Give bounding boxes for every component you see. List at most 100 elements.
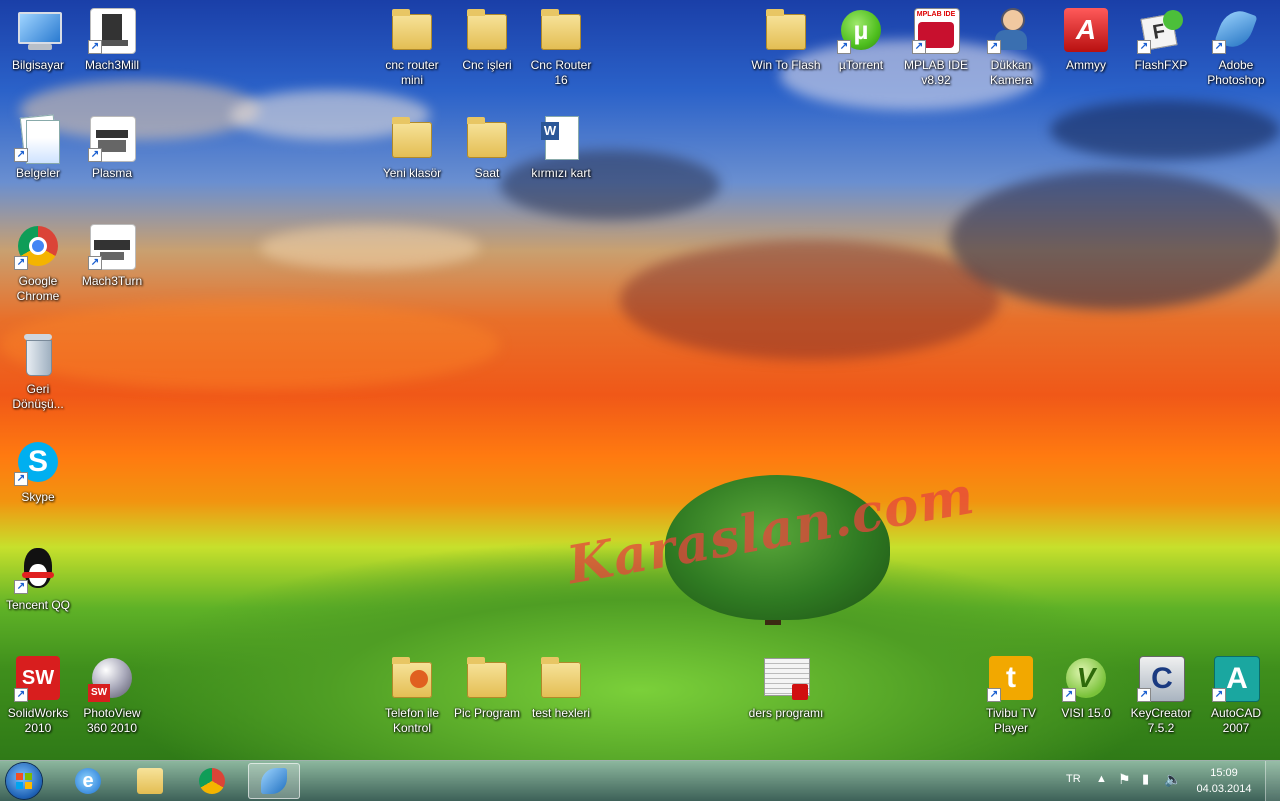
desktop-icon-ders-programi[interactable]: ders programı [748,654,824,721]
desktop-wallpaper: Karaslan.com Bilgisayar ↗ Belgeler ↗ Goo… [0,0,1280,760]
shortcut-arrow-icon: ↗ [88,256,102,270]
show-desktop-button[interactable] [1265,761,1280,801]
desktop-icon-tivibu[interactable]: t ↗ Tivibu TV Player [973,654,1049,736]
icon-label: Geri Dönüşü... [12,382,64,411]
icon-label: Saat [474,166,500,180]
taskbar-google-chrome[interactable] [186,763,238,799]
desktop-icon-autocad[interactable]: A ↗ AutoCAD 2007 [1198,654,1274,736]
icon-label: Win To Flash [751,58,821,72]
folder-icon [762,6,810,54]
taskbar: e TR ▲ ⚑ ▮ 🔈 15:09 04.03.2014 [0,760,1280,801]
icon-label: Bilgisayar [11,58,65,72]
desktop-icon-belgeler[interactable]: ↗ Belgeler [0,114,76,181]
folder-icon [137,768,163,794]
photoshop-feather-icon: ↗ [1212,5,1260,54]
cnc-machine-icon: ↗ [88,222,136,270]
cloud [260,225,480,270]
desktop-icon-solidworks[interactable]: SW ↗ SolidWorks 2010 [0,654,76,736]
desktop-icon-mplab-ide[interactable]: MPLAB IDE ↗ MPLAB IDE v8.92 [898,6,974,88]
desktop-icon-bilgisayar[interactable]: Bilgisayar [0,6,76,73]
person-camera-icon: ↗ [987,6,1035,54]
mplab-icon: MPLAB IDE ↗ [912,6,960,54]
internet-explorer-icon: e [75,768,101,794]
desktop-icon-cnc-router-16[interactable]: Cnc Router 16 [523,6,599,88]
word-document-icon: W [537,114,585,162]
desktop-icon-google-chrome[interactable]: ↗ Google Chrome [0,222,76,304]
desktop-icon-keycreator[interactable]: C ↗ KeyCreator 7.5.2 [1123,654,1199,736]
visi-icon: V ↗ [1062,654,1110,702]
skype-icon: S ↗ [14,438,62,486]
desktop-icon-cnc-router-mini[interactable]: cnc router mini [374,6,450,88]
folder-icon [463,114,511,162]
language-indicator[interactable]: TR [1066,773,1081,785]
desktop-icon-mach3mill[interactable]: ↗ Mach3Mill [74,6,150,73]
shortcut-arrow-icon: ↗ [1062,688,1076,702]
icon-label: Adobe Photoshop [1207,58,1265,87]
tivibu-icon: t ↗ [987,654,1035,702]
folder-icon [463,654,511,702]
icon-label: µTorrent [838,58,884,72]
icon-label: AutoCAD 2007 [1210,706,1262,735]
desktop-icon-adobe-photoshop[interactable]: ↗ Adobe Photoshop [1198,5,1274,88]
icon-label: Plasma [91,166,132,180]
shortcut-arrow-icon: ↗ [1137,688,1151,702]
autocad-icon: A ↗ [1212,654,1260,702]
icon-label: Pic Program [453,706,521,720]
photoview-sphere-icon: SW [88,654,136,702]
desktop-icon-skype[interactable]: S ↗ Skype [0,438,76,505]
taskbar-photoshop[interactable] [248,763,300,799]
desktop-icon-saat[interactable]: Saat [449,114,525,181]
desktop-icon-dukkan-kamera[interactable]: ↗ Dükkan Kamera [973,6,1049,88]
desktop-icon-test-hexleri[interactable]: test hexleri [523,654,599,721]
desktop-icon-plasma[interactable]: ↗ Plasma [74,114,150,181]
icon-label: Cnc işleri [462,58,512,72]
desktop-icon-utorrent[interactable]: µ ↗ µTorrent [823,6,899,73]
clock-date: 04.03.2014 [1196,783,1252,795]
desktop-icon-tencent-qq[interactable]: ↗ Tencent QQ [0,546,76,613]
cloud [620,240,1000,360]
action-center-flag-icon[interactable]: ⚑ [1118,771,1131,788]
icon-label: Ammyy [1066,58,1106,72]
desktop-icon-visi[interactable]: V ↗ VISI 15.0 [1048,654,1124,721]
shortcut-arrow-icon: ↗ [14,580,28,594]
icon-label: SolidWorks 2010 [7,706,69,735]
shortcut-arrow-icon: ↗ [987,40,1001,54]
shortcut-arrow-icon: ↗ [987,688,1001,702]
desktop-icon-photoview[interactable]: SW PhotoView 360 2010 [74,654,150,736]
desktop-icon-flashfxp[interactable]: F ↗ FlashFXP [1123,6,1199,73]
start-button[interactable] [6,763,42,799]
icon-label: Tencent QQ [5,598,71,612]
penguin-icon: ↗ [14,546,62,594]
clock[interactable]: 15:09 04.03.2014 [1194,765,1254,797]
icon-label: Mach3Turn [81,274,143,288]
network-icon[interactable]: ▮ [1142,771,1149,787]
desktop-icon-telefon-kontrol[interactable]: Telefon ile Kontrol [374,654,450,736]
computer-icon [14,6,62,54]
show-hidden-icons-button[interactable]: ▲ [1096,773,1107,785]
desktop-icon-win-to-flash[interactable]: Win To Flash [748,6,824,73]
taskbar-internet-explorer[interactable]: e [62,763,114,799]
shortcut-arrow-icon: ↗ [1212,40,1226,54]
taskbar-windows-explorer[interactable] [124,763,176,799]
desktop-icon-recycle-bin[interactable]: Geri Dönüşü... [0,330,76,412]
shortcut-arrow-icon: ↗ [1212,688,1226,702]
desktop-icon-ammyy[interactable]: A Ammyy [1048,6,1124,73]
desktop-icon-mach3turn[interactable]: ↗ Mach3Turn [74,222,150,289]
desktop-icon-kirmizi-kart[interactable]: W kırmızı kart [523,114,599,181]
icon-label: cnc router mini [385,58,439,87]
shortcut-arrow-icon: ↗ [14,688,28,702]
photoshop-feather-icon [261,768,287,794]
desktop-icon-pic-program[interactable]: Pic Program [449,654,525,721]
desktop-icon-cnc-isleri[interactable]: Cnc işleri [449,6,525,73]
icon-label: PhotoView 360 2010 [83,706,141,735]
shortcut-arrow-icon: ↗ [14,256,28,270]
shortcut-arrow-icon: ↗ [1137,40,1151,54]
volume-icon[interactable]: 🔈 [1164,771,1181,788]
icon-label: Mach3Mill [84,58,139,72]
desktop-icon-yeni-klasor[interactable]: Yeni klasör [374,114,450,181]
shortcut-arrow-icon: ↗ [88,40,102,54]
icon-label: Skype [21,490,55,504]
shortcut-arrow-icon: ↗ [14,148,28,162]
folder-icon [388,114,436,162]
icon-label: Yeni klasör [382,166,442,180]
